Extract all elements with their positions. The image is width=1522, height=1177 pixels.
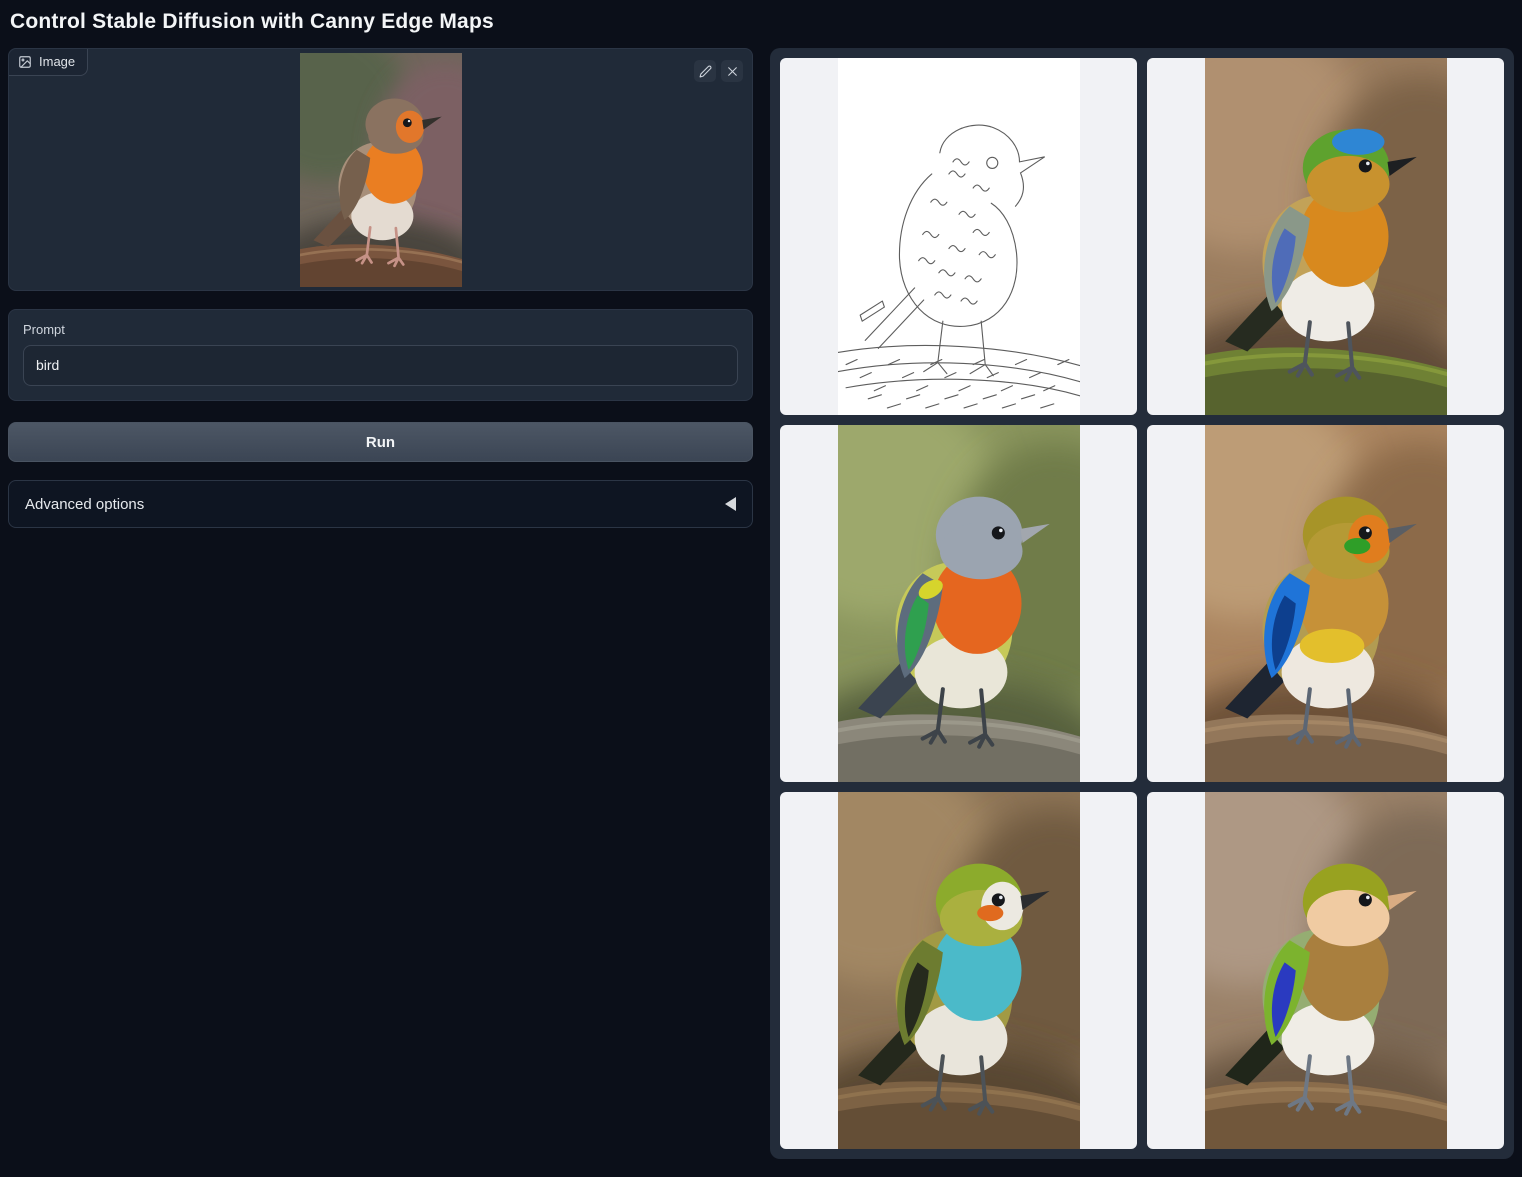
run-button[interactable]: Run [8,422,753,462]
output-gallery [770,48,1514,1159]
gallery-item[interactable] [780,58,1137,415]
close-icon [726,65,739,78]
page-title: Control Stable Diffusion with Canny Edge… [10,10,1514,34]
clear-image-button[interactable] [721,60,743,82]
advanced-options-accordion[interactable]: Advanced options [8,480,753,528]
input-column: Image [8,48,753,528]
collapse-arrow-icon [725,497,736,511]
image-label: Image [9,49,88,76]
edit-image-button[interactable] [694,60,716,82]
output-column [770,48,1514,1159]
generated-image [838,792,1080,1149]
gallery-item[interactable] [1147,425,1504,782]
prompt-input[interactable]: bird [23,345,738,386]
main-layout: Image [8,48,1514,1159]
generated-image [1205,792,1447,1149]
image-input-block[interactable]: Image [8,48,753,291]
pencil-icon [699,65,712,78]
image-actions [694,60,743,82]
gallery-item[interactable] [1147,58,1504,415]
advanced-options-label: Advanced options [25,496,144,513]
prompt-label: Prompt [23,322,738,337]
generated-image [1205,58,1447,415]
image-label-text: Image [39,54,75,69]
input-image [300,53,462,287]
gallery-item[interactable] [780,792,1137,1149]
gallery-item[interactable] [1147,792,1504,1149]
gallery-item[interactable] [780,425,1137,782]
edge-map-image [838,58,1080,415]
generated-image [838,425,1080,782]
generated-image [1205,425,1447,782]
image-icon [18,55,32,69]
prompt-block: Prompt bird [8,309,753,401]
